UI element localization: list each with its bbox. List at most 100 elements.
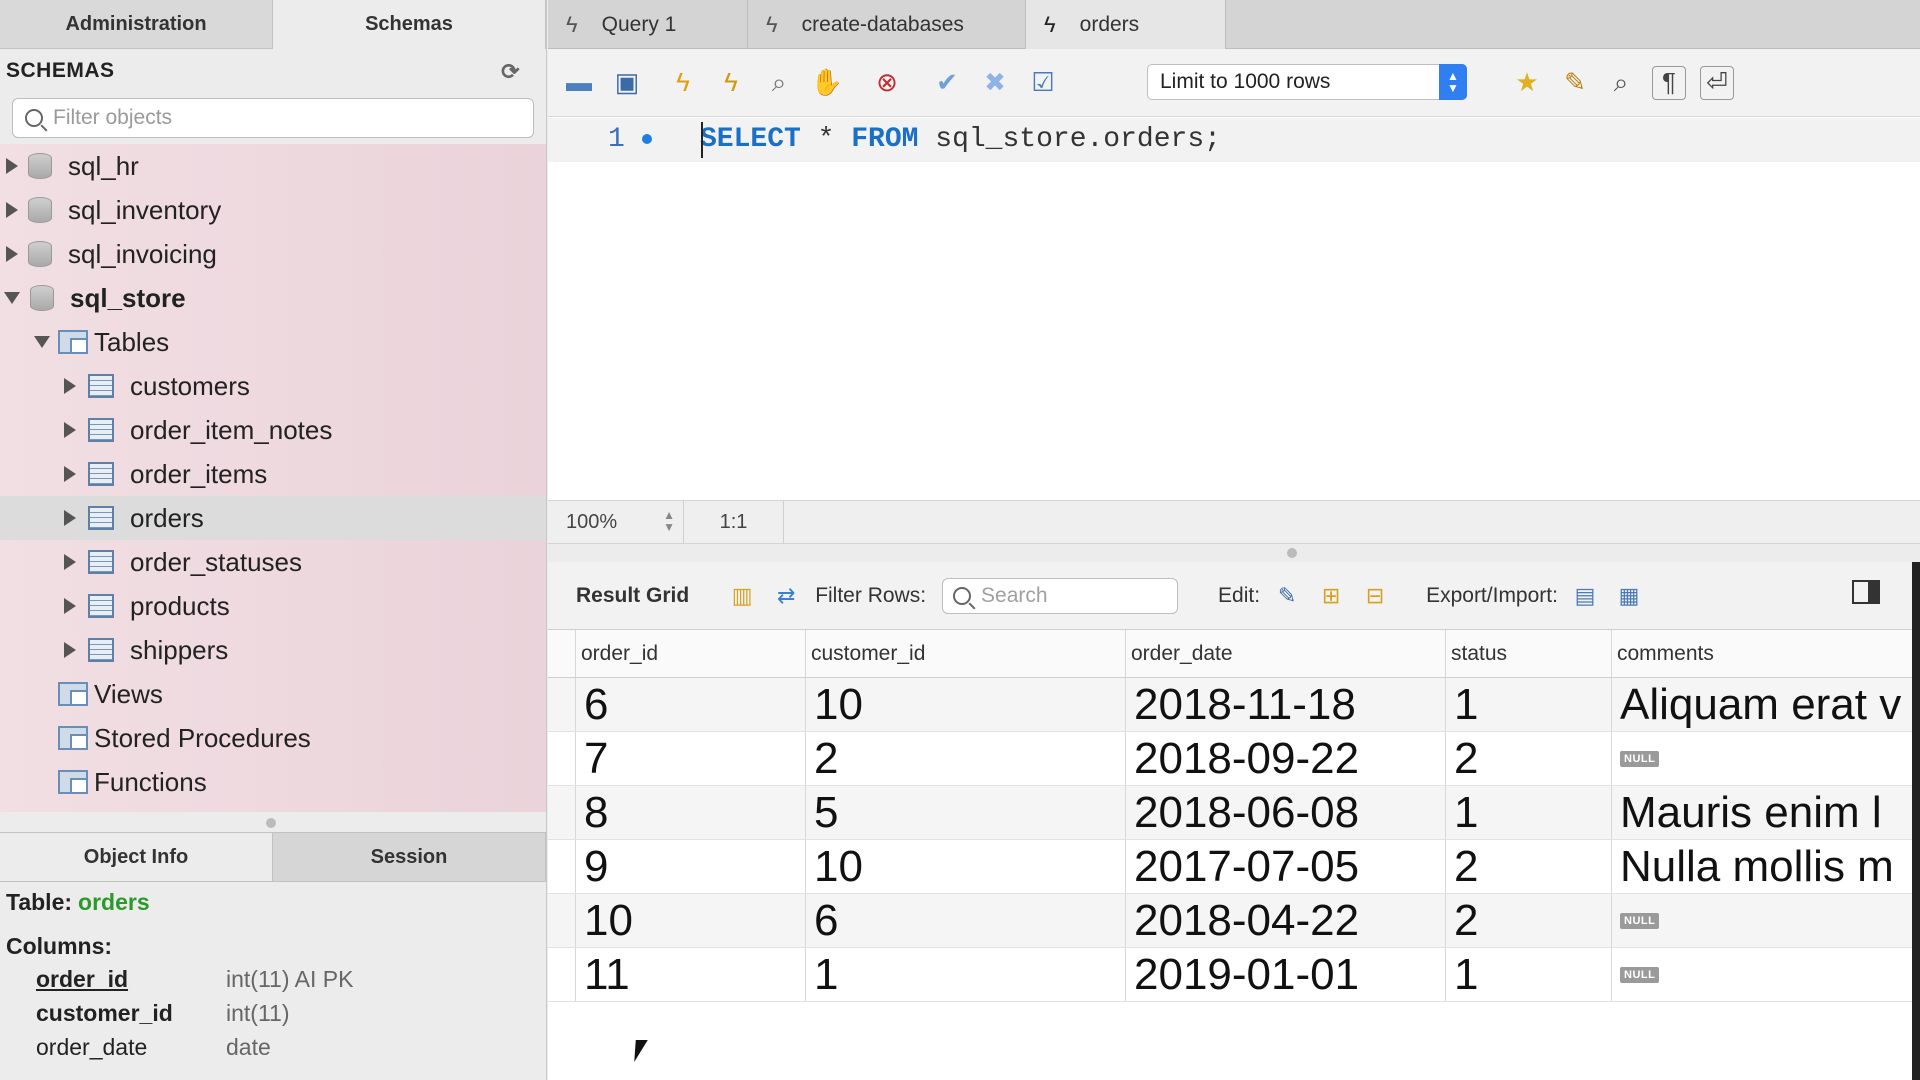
execute-current-icon[interactable]: ϟ [714,66,748,100]
table-cell[interactable]: 10 [576,894,806,947]
editor-result-splitter[interactable] [548,544,1920,562]
table-cell[interactable]: 2017-07-05 [1126,840,1446,893]
table-cell[interactable]: 1 [1446,678,1612,731]
expand-arrow-icon[interactable] [6,246,18,262]
table-cell[interactable]: 1 [806,948,1126,1001]
folder-stored-procedures[interactable]: Stored Procedures [0,716,546,760]
table-cell[interactable]: 2 [1446,840,1612,893]
table-row[interactable]: 9 10 2017-07-05 2 Nulla mollis m [548,840,1920,894]
column-header[interactable]: status [1446,630,1612,677]
table-cell[interactable]: NULL [1612,894,1920,947]
limit-rows-select[interactable]: Limit to 1000 rows ▲ ▼ [1147,64,1467,100]
collapse-arrow-icon[interactable] [4,292,20,304]
table-cell[interactable]: Nulla mollis m [1612,840,1920,893]
folder-functions[interactable]: Functions [0,760,546,804]
grid-columns-icon[interactable]: ▥ [727,581,757,611]
schema-item-sql_inventory[interactable]: sql_inventory [0,188,546,232]
delete-row-icon[interactable]: ⊟ [1360,581,1390,611]
table-cell[interactable]: 1 [1446,786,1612,839]
expand-arrow-icon[interactable] [64,422,76,438]
table-cell[interactable]: 7 [576,732,806,785]
refresh-icon[interactable]: ⟳ [501,59,520,85]
folder-views[interactable]: Views [0,672,546,716]
column-header[interactable]: comments [1612,630,1920,677]
tab-create-databases[interactable]: ϟ create-databases [748,0,1026,49]
autocommit-icon[interactable]: ☑ [1026,66,1060,100]
import-icon[interactable]: ▦ [1614,581,1644,611]
table-row[interactable]: 8 5 2018-06-08 1 Mauris enim l [548,786,1920,840]
column-header[interactable]: customer_id [806,630,1126,677]
row-header[interactable] [548,948,576,1001]
add-snippet-star-icon[interactable]: ★ [1510,66,1544,100]
sql-code-line[interactable]: SELECT * FROM sql_store.orders; [700,124,1221,155]
table-item-order_statuses[interactable]: order_statuses [0,540,546,584]
tab-query-1[interactable]: ϟ Query 1 [548,0,748,49]
expand-arrow-icon[interactable] [6,158,18,174]
table-cell[interactable]: 2018-06-08 [1126,786,1446,839]
sql-editor[interactable]: 1 SELECT * FROM sql_store.orders; [548,118,1920,500]
table-cell[interactable]: 2 [1446,732,1612,785]
table-item-order_items[interactable]: order_items [0,452,546,496]
table-cell[interactable]: 2018-09-22 [1126,732,1446,785]
expand-arrow-icon[interactable] [64,378,76,394]
table-cell[interactable]: 6 [806,894,1126,947]
tab-administration[interactable]: Administration [0,0,273,49]
table-row[interactable]: 10 6 2018-04-22 2 NULL [548,894,1920,948]
table-cell[interactable]: 1 [1446,948,1612,1001]
table-cell[interactable]: NULL [1612,948,1920,1001]
word-wrap-icon[interactable]: ⏎ [1700,65,1734,100]
table-cell[interactable]: NULL [1612,732,1920,785]
table-item-customers[interactable]: customers [0,364,546,408]
table-cell[interactable]: 2018-04-22 [1126,894,1446,947]
table-cell[interactable]: Mauris enim l [1612,786,1920,839]
export-icon[interactable]: ▤ [1570,581,1600,611]
table-cell[interactable]: 2 [1446,894,1612,947]
column-header[interactable]: order_date [1126,630,1446,677]
table-cell[interactable]: 8 [576,786,806,839]
table-row[interactable]: 11 1 2019-01-01 1 NULL [548,948,1920,1002]
table-cell[interactable]: 11 [576,948,806,1001]
row-header[interactable] [548,786,576,839]
table-item-order_item_notes[interactable]: order_item_notes [0,408,546,452]
chevron-updown-icon[interactable]: ▲ ▼ [663,509,675,533]
folder-tables[interactable]: Tables [0,320,546,364]
table-cell[interactable]: 10 [806,840,1126,893]
schema-item-sql_hr[interactable]: sql_hr [0,144,546,188]
panel-splitter-handle[interactable] [266,818,276,828]
explain-icon[interactable]: ⌕ [762,66,796,100]
execute-icon[interactable]: ϟ [666,66,700,100]
tab-object-info[interactable]: Object Info [0,833,273,881]
filter-rows-input[interactable] [981,583,1162,608]
row-header[interactable] [548,894,576,947]
splitter-handle[interactable] [1287,548,1297,558]
refresh-results-icon[interactable]: ⇄ [771,581,801,611]
table-item-orders[interactable]: orders [0,496,546,540]
table-item-shippers[interactable]: shippers [0,628,546,672]
table-cell[interactable]: 9 [576,840,806,893]
table-item-products[interactable]: products [0,584,546,628]
open-folder-icon[interactable]: ▬ [562,66,596,100]
collapse-arrow-icon[interactable] [34,336,50,348]
schema-item-sql_store[interactable]: sql_store [0,276,546,320]
column-header[interactable]: order_id [576,630,806,677]
tab-schemas[interactable]: Schemas [273,0,546,49]
expand-arrow-icon[interactable] [64,598,76,614]
invisible-chars-icon[interactable]: ¶ [1652,65,1686,100]
table-cell[interactable]: 2 [806,732,1126,785]
tab-session[interactable]: Session [273,833,546,881]
chevron-updown-icon[interactable]: ▲ ▼ [1439,64,1467,100]
toggle-side-panel-icon[interactable] [1852,580,1880,604]
table-cell[interactable]: Aliquam erat v [1612,678,1920,731]
row-header[interactable] [548,678,576,731]
table-row[interactable]: 6 10 2018-11-18 1 Aliquam erat v [548,678,1920,732]
vertical-scrollbar[interactable] [1912,562,1920,1080]
expand-arrow-icon[interactable] [64,642,76,658]
stop-icon[interactable]: ✋ [810,66,844,100]
filter-rows-search[interactable] [942,577,1179,614]
table-cell[interactable]: 6 [576,678,806,731]
schema-item-sql_invoicing[interactable]: sql_invoicing [0,232,546,276]
table-cell[interactable]: 10 [806,678,1126,731]
table-row[interactable]: 7 2 2018-09-22 2 NULL [548,732,1920,786]
toggle-continue-on-error-icon[interactable]: ⊗ [870,66,904,100]
row-header[interactable] [548,732,576,785]
